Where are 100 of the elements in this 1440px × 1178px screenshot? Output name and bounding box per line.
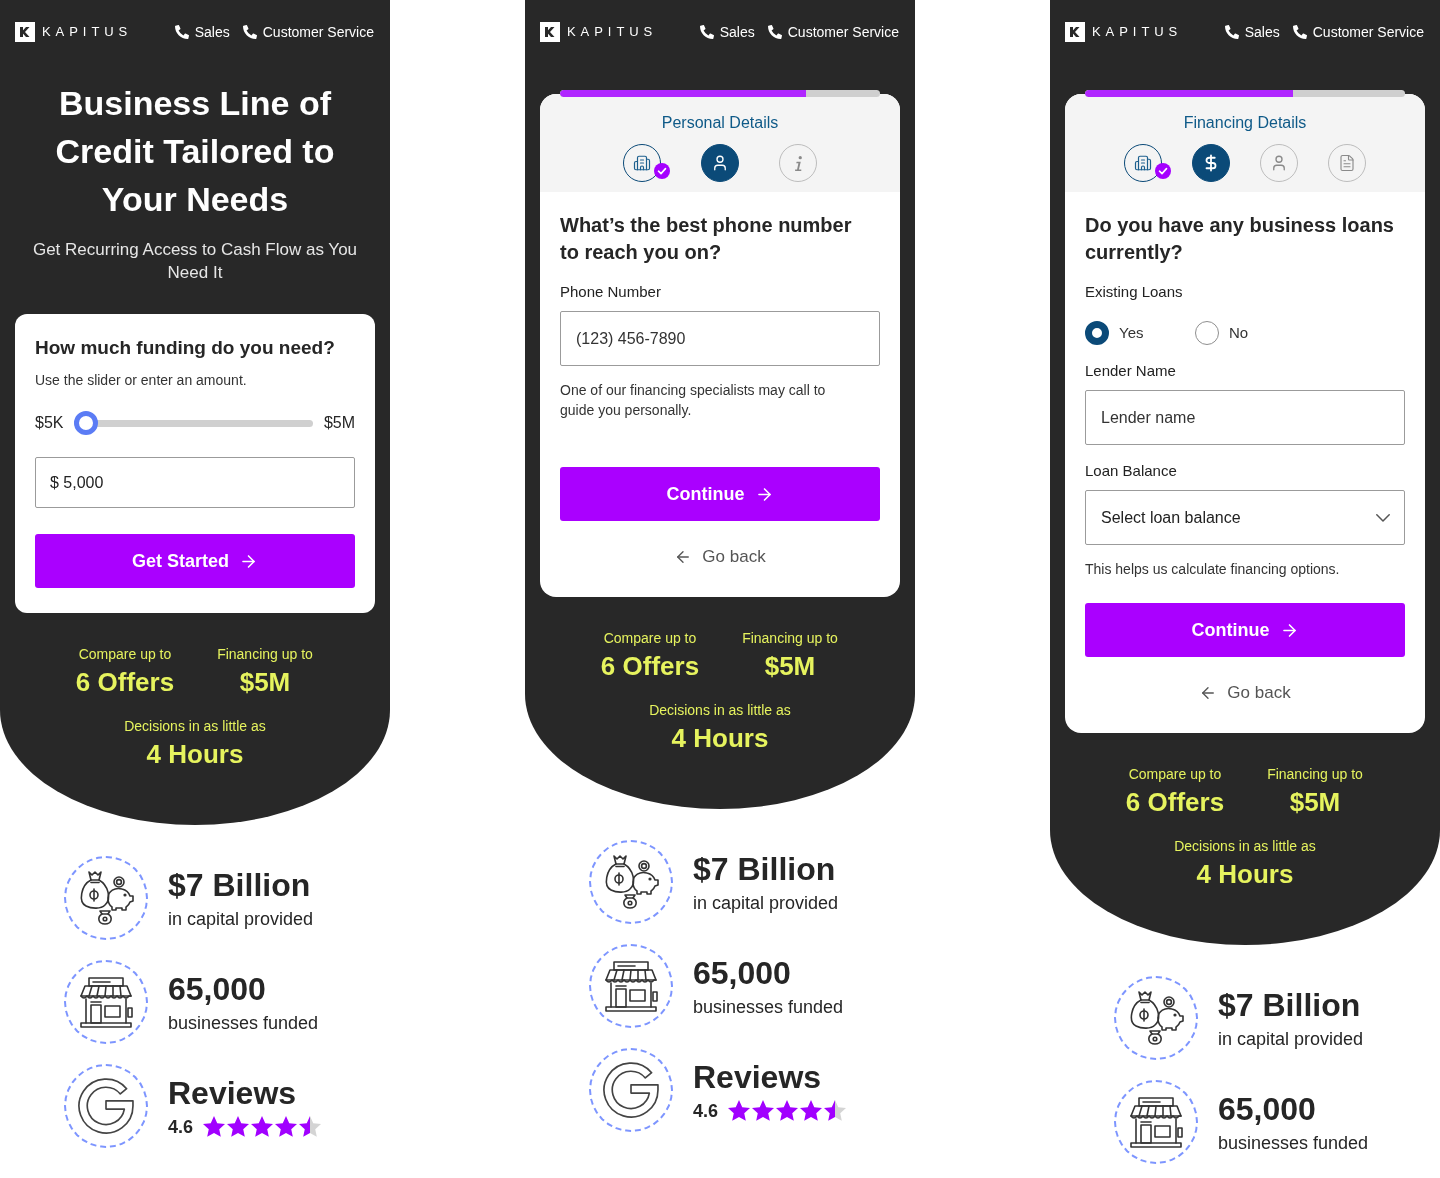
header-link[interactable]: Sales xyxy=(1224,23,1280,41)
slider-thumb[interactable] xyxy=(74,411,99,435)
step-title: Financing Details xyxy=(1183,113,1307,133)
highlight-value: 4 Hours xyxy=(671,722,769,754)
g-logo-icon xyxy=(589,1048,673,1132)
field-label: Loan Balance xyxy=(1085,461,1178,481)
stat-caption: in capital provided xyxy=(1218,1027,1364,1051)
back-button[interactable]: Go back xyxy=(1199,681,1291,705)
hero-title: Business Line of Credit Tailored to Your Needs xyxy=(54,83,336,220)
stat-value: 65,000 xyxy=(1218,1089,1317,1128)
logo-icon xyxy=(1065,22,1085,42)
header-link[interactable]: Sales xyxy=(174,23,230,41)
highlight-value: 6 Offers xyxy=(1125,786,1225,818)
stat-value: 65,000 xyxy=(168,969,267,1008)
continue-button[interactable]: Continue xyxy=(1085,603,1405,657)
text-input[interactable]: (123) 456-7890 xyxy=(560,311,880,366)
slider-max-label: $5M xyxy=(323,413,355,433)
highlight-value: 4 Hours xyxy=(146,738,244,770)
header-link[interactable]: Customer Service xyxy=(767,23,899,41)
info-icon xyxy=(794,155,802,171)
logo-icon xyxy=(540,22,560,42)
radio-label[interactable]: No xyxy=(1229,323,1249,343)
document-icon xyxy=(1338,154,1356,172)
person-icon xyxy=(1270,154,1288,172)
highlight-caption: Financing up to xyxy=(217,645,313,663)
slider-min-label: $5K xyxy=(35,413,64,433)
star-icon xyxy=(728,1100,751,1121)
amount-input[interactable]: $ 5,000 xyxy=(35,457,355,508)
rating-value: 4.6 xyxy=(693,1099,719,1123)
star-icon xyxy=(227,1116,250,1137)
building-icon xyxy=(1134,154,1152,172)
logo-icon xyxy=(15,22,35,42)
header-link[interactable]: Sales xyxy=(699,23,755,41)
hero-subtitle: Get Recurring Access to Cash Flow as You Need It xyxy=(31,239,359,284)
radio-button[interactable] xyxy=(1085,321,1109,345)
highlight-value: 4 Hours xyxy=(1196,858,1294,890)
stat-value: $7 Billion xyxy=(1218,985,1362,1024)
money-bags-icon xyxy=(589,840,673,924)
highlight-value: $5M xyxy=(1289,786,1341,818)
header-link[interactable]: Customer Service xyxy=(1292,23,1424,41)
chevron-down-icon xyxy=(1376,513,1390,522)
stat-value: 65,000 xyxy=(693,953,792,992)
select-field[interactable]: Select loan balance xyxy=(1085,490,1405,545)
form-note: One of our financing specialists may call to guide you personally. xyxy=(560,381,827,420)
field-label: Existing Loans xyxy=(1085,282,1184,302)
brand-name: KAPITUS xyxy=(1092,24,1183,40)
storefront-icon xyxy=(1114,1080,1198,1164)
highlight-value: $5M xyxy=(764,650,816,682)
highlight-value: 6 Offers xyxy=(75,666,175,698)
star-icon xyxy=(251,1116,274,1137)
money-bags-icon xyxy=(64,856,148,940)
radio-button[interactable] xyxy=(1195,321,1219,345)
slider-track[interactable] xyxy=(74,411,313,435)
brand-name: KAPITUS xyxy=(42,24,133,40)
stat-value: Reviews xyxy=(693,1057,823,1096)
phone-icon xyxy=(242,25,257,39)
back-button[interactable]: Go back xyxy=(674,545,766,569)
brand-name: KAPITUS xyxy=(567,24,658,40)
highlight-caption: Compare up to xyxy=(78,645,172,663)
star-icon xyxy=(800,1100,823,1121)
phone-icon xyxy=(699,25,714,39)
stat-caption: businesses funded xyxy=(168,1011,319,1035)
field-label: Phone Number xyxy=(560,282,662,302)
form-note: This helps us calculate financing options. xyxy=(1085,560,1341,579)
stat-caption: in capital provided xyxy=(168,907,314,931)
get-started-button[interactable]: Get Started xyxy=(35,534,355,588)
stat-value: Reviews xyxy=(168,1073,298,1112)
form-question: Do you have any business loans currently? xyxy=(1085,213,1395,265)
stat-value: $7 Billion xyxy=(168,865,312,904)
step-title: Personal Details xyxy=(661,113,779,133)
star-icon xyxy=(203,1116,226,1137)
star-icon xyxy=(776,1100,799,1121)
phone-icon xyxy=(767,25,782,39)
money-bags-icon xyxy=(1114,976,1198,1060)
continue-button[interactable]: Continue xyxy=(560,467,880,521)
text-input[interactable]: Lender name xyxy=(1085,390,1405,445)
highlight-value: 6 Offers xyxy=(600,650,700,682)
star-icon xyxy=(752,1100,775,1121)
form-question: What’s the best phone number to reach you on? xyxy=(560,213,853,265)
highlight-caption: Financing up to xyxy=(1267,765,1363,783)
radio-label[interactable]: Yes xyxy=(1119,323,1144,343)
stat-caption: in capital provided xyxy=(693,891,839,915)
highlight-caption: Decisions in as little as xyxy=(124,717,266,735)
star-icon xyxy=(299,1116,322,1137)
card-hint: Use the slider or enter an amount. xyxy=(35,371,248,390)
rating-value: 4.6 xyxy=(168,1115,194,1139)
storefront-icon xyxy=(589,944,673,1028)
stat-caption: businesses funded xyxy=(1218,1131,1369,1155)
highlight-caption: Decisions in as little as xyxy=(649,701,791,719)
highlight-caption: Compare up to xyxy=(1128,765,1222,783)
phone-icon xyxy=(1224,25,1239,39)
stat-value: $7 Billion xyxy=(693,849,837,888)
building-icon xyxy=(633,154,651,172)
g-logo-icon xyxy=(64,1064,148,1148)
highlight-caption: Compare up to xyxy=(603,629,697,647)
highlight-caption: Decisions in as little as xyxy=(1174,837,1316,855)
card-question: How much funding do you need? xyxy=(35,336,336,360)
stat-caption: businesses funded xyxy=(693,995,844,1019)
phone-icon xyxy=(174,25,189,39)
header-link[interactable]: Customer Service xyxy=(242,23,374,41)
